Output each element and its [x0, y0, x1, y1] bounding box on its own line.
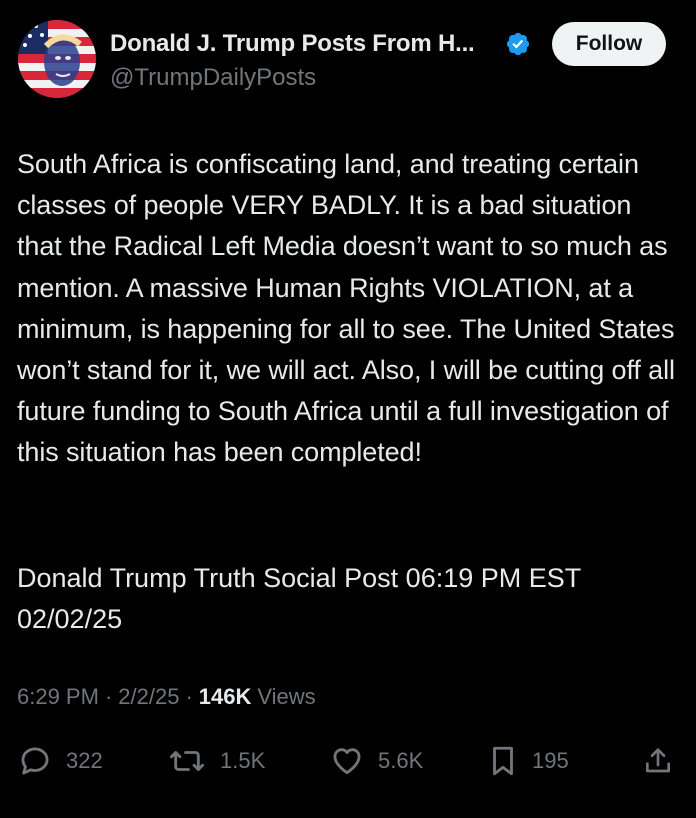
author-handle[interactable]: @TrumpDailyPosts [110, 64, 316, 92]
like-button[interactable]: 5.6K [330, 738, 423, 784]
follow-button[interactable]: Follow [552, 22, 666, 66]
repost-button[interactable]: 1.5K [168, 738, 265, 784]
reply-count: 322 [66, 748, 103, 773]
views-label: Views [257, 684, 316, 709]
post-source-line: Donald Trump Truth Social Post 06:19 PM … [17, 563, 589, 634]
bookmark-count: 195 [532, 748, 569, 773]
post-date[interactable]: 2/2/25 [118, 684, 179, 710]
reply-button[interactable]: 322 [18, 738, 103, 784]
flag-portrait-avatar-icon [18, 20, 96, 98]
post: Donald J. Trump Posts From H... @TrumpDa… [0, 0, 696, 818]
post-meta: 6:29 PM · 2/2/25 · 146K Views [17, 684, 316, 710]
post-time[interactable]: 6:29 PM [17, 684, 99, 710]
bookmark-icon [493, 746, 513, 776]
share-button[interactable] [642, 738, 674, 784]
post-text: South Africa is confiscating land, and t… [17, 149, 683, 468]
share-icon [646, 748, 670, 773]
action-bar: 322 1.5K 5.6K 195 [0, 738, 696, 784]
verified-badge-icon [506, 32, 530, 56]
meta-separator: · [104, 684, 113, 709]
bookmark-button[interactable]: 195 [488, 738, 569, 784]
avatar[interactable] [18, 20, 96, 98]
reply-icon [21, 747, 49, 775]
repost-icon [170, 751, 204, 771]
like-count: 5.6K [378, 748, 424, 773]
meta-separator: · [185, 684, 193, 709]
heart-icon [333, 748, 361, 775]
author-name[interactable]: Donald J. Trump Posts From H... [110, 30, 475, 58]
repost-count: 1.5K [220, 748, 266, 773]
views-count: 146K [198, 684, 252, 709]
